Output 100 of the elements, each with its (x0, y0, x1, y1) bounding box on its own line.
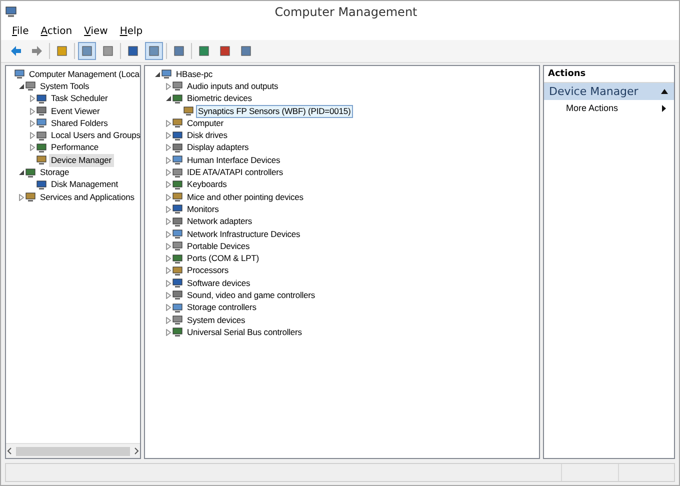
expand-arrow-icon[interactable] (164, 230, 172, 238)
expand-arrow-icon[interactable] (164, 280, 172, 287)
tree-item[interactable]: Task Scheduler (49, 92, 110, 106)
expand-arrow-icon[interactable] (164, 255, 172, 262)
actions-section-header[interactable]: Device Manager (544, 83, 674, 100)
menu-item[interactable]: File (7, 26, 34, 37)
tree-item[interactable]: Universal Serial Bus controllers (185, 326, 304, 339)
device-icon (25, 168, 36, 178)
action-link[interactable]: More Actions (566, 103, 618, 113)
expand-arrow-icon[interactable] (28, 95, 36, 102)
device-icon (25, 81, 36, 92)
device-icon (172, 241, 183, 252)
expand-arrow-icon[interactable] (164, 242, 172, 250)
device-icon (25, 192, 36, 202)
device-icon (172, 118, 183, 128)
section-title: Device Manager (549, 85, 638, 98)
scroll-right-icon[interactable] (132, 447, 140, 455)
toolbar-button[interactable] (78, 42, 96, 60)
tree-item[interactable]: Local Users and Groups (49, 129, 140, 142)
device-icon (172, 266, 183, 276)
tree-item[interactable]: Event Viewer (49, 104, 102, 118)
collapse-arrow-icon[interactable] (164, 95, 172, 102)
collapse-arrow-icon[interactable] (18, 169, 24, 176)
expand-arrow-icon[interactable] (164, 206, 172, 213)
expand-arrow-icon[interactable] (164, 120, 172, 127)
tree-item[interactable]: System devices (185, 314, 248, 327)
tree-item[interactable]: IDE ATA/ATAPI controllers (185, 166, 286, 180)
expand-arrow-icon[interactable] (164, 316, 172, 324)
expand-arrow-icon[interactable] (28, 144, 36, 152)
menu-item[interactable]: View (79, 26, 113, 37)
expand-arrow-icon[interactable] (164, 304, 172, 312)
expand-arrow-icon[interactable] (28, 120, 36, 127)
collapse-arrow-icon[interactable] (18, 82, 24, 90)
tree-item[interactable]: Shared Folders (49, 116, 110, 130)
tree-item[interactable]: Disk Management (49, 178, 120, 192)
horizontal-scrollbar[interactable] (6, 443, 140, 458)
expand-arrow-icon[interactable] (164, 267, 172, 274)
tree-item[interactable]: Software devices (185, 276, 252, 290)
device-icon (172, 81, 183, 92)
expand-arrow-icon[interactable] (164, 194, 172, 201)
toolbar-icon (81, 45, 93, 57)
expand-arrow-icon[interactable] (164, 328, 172, 336)
device-icon (172, 278, 183, 288)
tree-item[interactable]: Keyboards (185, 178, 229, 192)
expand-arrow-icon[interactable] (164, 169, 172, 176)
tree-item[interactable]: Portable Devices (185, 240, 252, 253)
tree-item[interactable]: Processors (185, 264, 231, 278)
tree-item[interactable]: Storage (38, 166, 72, 180)
expand-arrow-icon[interactable] (164, 132, 172, 140)
device-icon (172, 290, 183, 300)
expand-arrow-icon[interactable] (164, 144, 172, 152)
device-icon (36, 142, 47, 153)
tree-item[interactable]: Storage controllers (185, 301, 258, 314)
collapse-arrow-icon[interactable] (661, 89, 668, 94)
expand-arrow-icon[interactable] (164, 292, 172, 299)
tree-item[interactable]: Network Infrastructure Devices (185, 228, 302, 241)
tree-item[interactable]: Human Interface Devices (185, 154, 282, 167)
device-icon (172, 229, 183, 239)
expand-arrow-icon[interactable] (164, 82, 172, 90)
expand-arrow-icon[interactable] (164, 156, 172, 164)
tree-item[interactable]: HBase-pc (174, 68, 215, 81)
device-icon (172, 315, 183, 326)
tree-item[interactable]: Ports (COM & LPT) (185, 252, 261, 266)
expand-arrow-icon[interactable] (28, 108, 36, 115)
scroll-left-icon[interactable] (6, 447, 14, 455)
menu-item[interactable]: Action (36, 26, 78, 37)
tree-item[interactable]: Display adapters (185, 141, 251, 154)
toolbar-icon (102, 45, 114, 57)
menu-item[interactable]: Help (114, 26, 148, 37)
tree-item[interactable]: Synaptics FP Sensors (WBF) (PID=0015) (196, 104, 353, 118)
device-icon (172, 142, 183, 153)
toolbar-icon (148, 45, 160, 57)
expand-arrow-icon[interactable] (18, 194, 24, 201)
tree-item[interactable]: Computer (185, 116, 226, 130)
tree-item[interactable]: Performance (49, 141, 101, 154)
tree-item[interactable]: Disk drives (185, 129, 230, 142)
device-icon (172, 192, 183, 202)
tree-item[interactable]: Services and Applications (38, 190, 136, 204)
toolbar-icon (127, 45, 139, 57)
device-icon (183, 106, 194, 116)
window-title: Computer Management (274, 5, 418, 19)
tree-item[interactable]: Sound, video and game controllers (185, 289, 318, 302)
tree-item[interactable]: Monitors (185, 202, 221, 216)
tree-item[interactable]: Audio inputs and outputs (185, 80, 280, 93)
tree-item[interactable]: Device Manager (49, 154, 114, 167)
collapse-arrow-icon[interactable] (154, 70, 160, 78)
tree-item[interactable]: System Tools (38, 80, 92, 93)
device-icon (172, 180, 183, 190)
toolbar-icon (10, 45, 22, 57)
toolbar-button[interactable] (145, 42, 163, 60)
expand-arrow-icon[interactable] (164, 218, 172, 226)
device-icon (161, 69, 172, 80)
tree-item[interactable]: Mice and other pointing devices (185, 190, 306, 204)
expand-arrow-icon[interactable] (164, 181, 172, 188)
device-icon (172, 155, 183, 166)
tree-item[interactable]: Biometric devices (185, 92, 254, 106)
tree-item[interactable]: Network adapters (185, 215, 254, 228)
toolbar-icon (31, 45, 43, 57)
toolbar-icon (198, 45, 210, 57)
expand-arrow-icon[interactable] (28, 132, 36, 140)
